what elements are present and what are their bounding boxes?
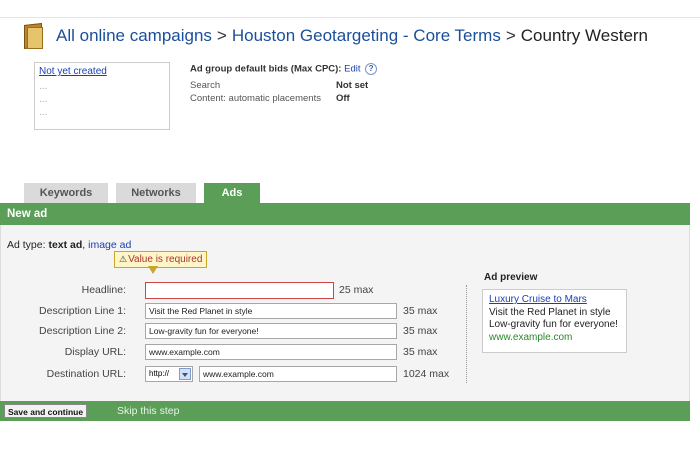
preview-line2: Low-gravity fun for everyone! [489, 319, 618, 330]
save-and-continue-button[interactable]: Save and continue [4, 404, 88, 418]
tab-keywords[interactable]: Keywords [24, 183, 108, 203]
breadcrumb: All online campaigns > Houston Geotarget… [22, 20, 648, 52]
default-bids: Ad group default bids (Max CPC): Edit ? … [190, 63, 378, 105]
ad-preview-title: Ad preview [484, 272, 538, 283]
desc2-input[interactable] [145, 323, 397, 339]
protocol-dropdown[interactable]: http:// [145, 366, 193, 382]
headline-input[interactable] [145, 282, 334, 299]
tooltip-pointer [148, 266, 158, 274]
destination-url-label: Destination URL: [46, 368, 126, 380]
desc1-input[interactable] [145, 303, 397, 319]
breadcrumb-adgroup: Country Western [520, 26, 649, 45]
help-icon[interactable]: ? [365, 63, 378, 75]
table-row: Content: automatic placements Off [190, 93, 350, 104]
ad-preview: Luxury Cruise to Mars Visit the Red Plan… [482, 289, 627, 353]
display-url-max: 35 max [403, 346, 438, 358]
desc2-max: 35 max [403, 325, 438, 337]
tab-bar: Keywords Networks Ads [24, 183, 268, 203]
display-url-input[interactable] [145, 344, 397, 360]
tab-networks[interactable]: Networks [116, 183, 196, 203]
preview-divider [466, 285, 467, 383]
breadcrumb-separator: > [505, 26, 516, 45]
headline-max: 25 max [339, 284, 374, 296]
preview-line1: Visit the Red Planet in style [489, 306, 611, 318]
bids-table: Search Not set Content: automatic placem… [190, 79, 368, 105]
not-yet-created-link[interactable]: Not yet created [39, 66, 165, 77]
new-ad-header: New ad [0, 203, 690, 225]
table-row: Search Not set [190, 80, 369, 91]
breadcrumb-campaign[interactable]: Houston Geotargeting - Core Terms [232, 26, 501, 46]
chevron-down-icon [179, 368, 191, 380]
headline-label: Headline: [81, 284, 126, 296]
preview-url: www.example.com [489, 331, 573, 343]
destination-url-input[interactable] [199, 366, 397, 382]
skip-step-link[interactable]: Skip this step [117, 404, 179, 418]
status-dots: ... ... ... [39, 81, 48, 118]
image-ad-link[interactable]: image ad [88, 239, 131, 251]
footer-bar [0, 401, 690, 421]
validation-tooltip: ⚠Value is required [114, 251, 208, 268]
breadcrumb-campaigns[interactable]: All online campaigns [56, 26, 212, 46]
desc2-label: Description Line 2: [39, 325, 126, 337]
warning-icon: ⚠ [119, 254, 128, 264]
ad-type-selector: Ad type: text ad, image ad [7, 239, 132, 251]
top-divider [0, 17, 700, 18]
status-box: Not yet created ... ... ... [34, 62, 170, 130]
default-bids-title: Ad group default bids (Max CPC): Edit ? [190, 63, 378, 75]
desc1-max: 35 max [403, 305, 438, 317]
tab-ads[interactable]: Ads [204, 183, 260, 203]
preview-headline[interactable]: Luxury Cruise to Mars [489, 294, 620, 307]
folder-icon [22, 23, 44, 49]
destination-url-max: 1024 max [403, 368, 450, 380]
ad-type-current: text ad [48, 239, 83, 251]
edit-bids-link[interactable]: Edit [344, 64, 360, 75]
breadcrumb-separator: > [216, 26, 227, 45]
display-url-label: Display URL: [64, 346, 126, 358]
desc1-label: Description Line 1: [39, 305, 126, 317]
